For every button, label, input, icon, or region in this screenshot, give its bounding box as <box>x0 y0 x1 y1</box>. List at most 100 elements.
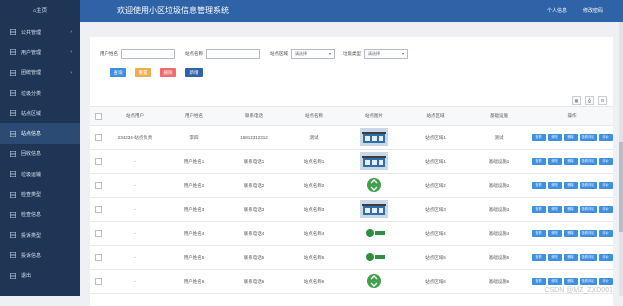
row-op-button[interactable]: 查看 <box>531 230 546 237</box>
search-button[interactable]: 查询 <box>110 68 126 77</box>
site-region-label: 站点区域 <box>270 51 288 56</box>
site-region-select[interactable]: 请选择 ▾ <box>291 49 335 59</box>
home-link[interactable]: ⌂主页 <box>0 0 80 22</box>
infrastructure-cell: 基础设施2 <box>488 182 510 188</box>
row-op-button[interactable]: 查看评论 <box>579 158 597 165</box>
row-op-button[interactable]: 修改 <box>547 278 562 285</box>
row-op-button[interactable]: 删除 <box>563 134 578 141</box>
waste-type-placeholder: 请选择 <box>368 51 380 56</box>
row-op-button[interactable]: 修改 <box>547 158 562 165</box>
column-header[interactable]: 站点用户 <box>106 113 164 119</box>
row-op-button[interactable]: 删除 <box>563 182 578 189</box>
row-checkbox[interactable] <box>94 230 102 237</box>
row-checkbox[interactable] <box>94 158 102 165</box>
column-header[interactable]: 站点区域 <box>404 113 467 119</box>
row-op-button[interactable]: 查看 <box>531 278 546 285</box>
site-name-input[interactable] <box>206 49 260 59</box>
row-checkbox[interactable] <box>94 278 102 285</box>
sidebar-item[interactable]: 检查类型 <box>0 184 80 204</box>
row-op-button[interactable]: 评价 <box>598 278 613 285</box>
row-op-button[interactable]: 修改 <box>547 230 562 237</box>
row-op-button[interactable]: 评价 <box>598 182 613 189</box>
grid-icon <box>10 272 16 279</box>
phone-cell: 联系电话1 <box>243 158 265 164</box>
site-region-cell: 站点区域4 <box>425 230 446 236</box>
column-header[interactable]: 站点名称 <box>284 113 344 119</box>
sidebar-item[interactable]: 垃圾运输 <box>0 164 80 184</box>
columns-icon[interactable]: ▦ <box>572 96 581 105</box>
row-op-button[interactable]: 查看评论 <box>579 206 597 213</box>
row-op-button[interactable]: 查看评论 <box>579 134 597 141</box>
select-all-checkbox[interactable] <box>94 112 102 120</box>
row-op-button[interactable]: 修改 <box>547 134 562 141</box>
user-name-cell: 用户姓名2 <box>183 182 205 188</box>
column-header[interactable]: 联系电话 <box>224 113 284 119</box>
row-op-button[interactable]: 修改 <box>547 206 562 213</box>
row-op-button[interactable]: 删除 <box>563 278 578 285</box>
site-name-cell: 站点名称4 <box>303 230 325 236</box>
row-op-button[interactable]: 删除 <box>563 230 578 237</box>
row-op-button[interactable]: 查看 <box>531 158 546 165</box>
sidebar-item[interactable]: 检查信息 <box>0 205 80 225</box>
export-icon[interactable]: ⎙ <box>585 96 594 105</box>
sidebar-item[interactable]: 回收信息 <box>0 144 80 164</box>
row-op-button[interactable]: 查看评论 <box>579 230 597 237</box>
column-header[interactable]: 站点图片 <box>344 113 404 119</box>
row-op-button[interactable]: 删除 <box>563 254 578 261</box>
grid-icon <box>10 150 16 157</box>
change-password-link[interactable]: 修改密码 <box>583 7 603 14</box>
select-all-cell <box>90 112 106 120</box>
user-name-input[interactable] <box>121 49 175 59</box>
site-region-cell: 站点区域6 <box>425 278 446 284</box>
row-checkbox[interactable] <box>94 134 102 141</box>
page-scrollbar[interactable] <box>619 22 623 296</box>
row-op-button[interactable]: 查看评论 <box>579 254 597 261</box>
row-op-button[interactable]: 评价 <box>598 134 613 141</box>
add-button[interactable]: 新增 <box>185 68 203 77</box>
waste-type-select[interactable]: 请选择 ▾ <box>364 49 408 59</box>
sidebar-item-label: 站点信息 <box>21 131 42 138</box>
sidebar-item[interactable]: 公共管理 › <box>0 22 80 42</box>
row-op-button[interactable]: 评价 <box>598 206 613 213</box>
row-op-button[interactable]: 查看 <box>531 206 546 213</box>
row-op-button[interactable]: 评价 <box>598 230 613 237</box>
table-row: - 用户姓名6 联系电话6 站点名称6 站点区域6 基础设施6 查看 修改 删除 查看评论 评价 <box>90 270 613 294</box>
sidebar-item[interactable]: 投诉类型 <box>0 225 80 245</box>
data-table: 站点用户 用户姓名 联系电话 站点名称 站点图片 站点区域 基础设施 操作 234234-站点… <box>90 106 613 294</box>
sidebar-item[interactable]: 用户管理 › <box>0 42 80 62</box>
row-op-button[interactable]: 修改 <box>547 182 562 189</box>
row-op-button[interactable]: 查看 <box>531 134 546 141</box>
print-icon[interactable]: ⊟ <box>598 96 607 105</box>
scrollbar-thumb[interactable] <box>619 142 623 232</box>
row-checkbox[interactable] <box>94 254 102 261</box>
sidebar-item[interactable]: 投诉信息 <box>0 245 80 265</box>
sidebar-item[interactable]: 退出 <box>0 266 80 286</box>
reset-button[interactable]: 重置 <box>135 68 151 77</box>
row-op-button[interactable]: 查看 <box>531 182 546 189</box>
column-header[interactable]: 基础设施 <box>467 113 531 119</box>
filter-bar: 用户姓名 站点名称 站点区域 请选择 ▾ 垃圾类型 请选择 ▾ <box>100 49 416 59</box>
row-op-button[interactable]: 查看评论 <box>579 182 597 189</box>
profile-link[interactable]: 个人信息 <box>547 7 567 14</box>
row-checkbox[interactable] <box>94 182 102 189</box>
column-header[interactable]: 操作 <box>531 113 613 119</box>
home-label: 主页 <box>36 8 48 14</box>
sidebar-item[interactable]: 站点区域 <box>0 103 80 123</box>
sidebar-item[interactable]: 站点信息 <box>0 123 80 144</box>
row-op-button[interactable]: 评价 <box>598 158 613 165</box>
column-header[interactable]: 用户姓名 <box>164 113 224 119</box>
row-op-button[interactable]: 删除 <box>563 158 578 165</box>
row-op-button[interactable]: 查看 <box>531 254 546 261</box>
sidebar-item[interactable]: 垃圾分类 <box>0 83 80 103</box>
sidebar-item[interactable]: 团统管理 › <box>0 63 80 83</box>
row-op-button[interactable]: 修改 <box>547 254 562 261</box>
user-name-cell: 用户姓名4 <box>183 230 205 236</box>
delete-button[interactable]: 删除 <box>160 68 176 77</box>
site-image <box>344 152 404 171</box>
site-region-cell: 站点区域3 <box>425 206 446 212</box>
row-op-button[interactable]: 查看评论 <box>579 278 597 285</box>
row-op-button[interactable]: 评价 <box>598 254 613 261</box>
row-op-button[interactable]: 删除 <box>563 206 578 213</box>
row-checkbox[interactable] <box>94 206 102 213</box>
chevron-down-icon: ▾ <box>401 51 404 56</box>
